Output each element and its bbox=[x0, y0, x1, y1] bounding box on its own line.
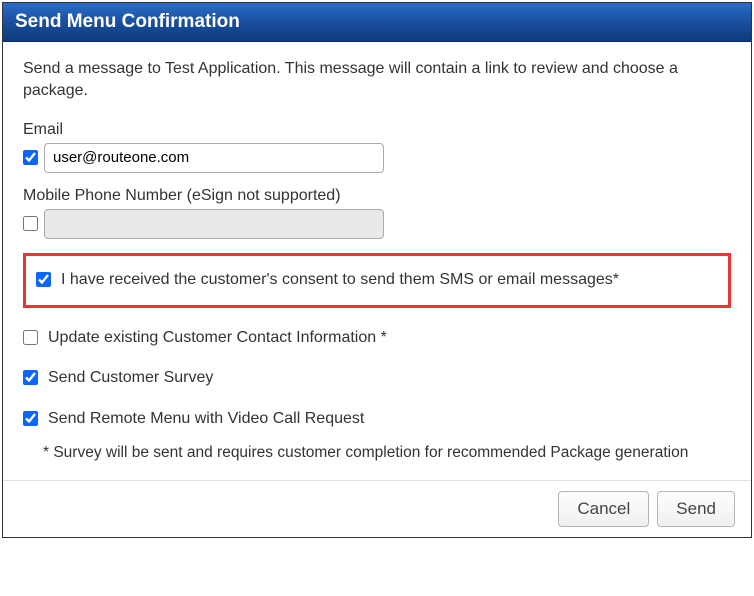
send-menu-dialog: Send Menu Confirmation Send a message to… bbox=[2, 2, 752, 538]
intro-text: Send a message to Test Application. This… bbox=[23, 58, 731, 103]
remote-menu-checkbox[interactable] bbox=[23, 411, 38, 426]
mobile-row bbox=[23, 209, 731, 239]
remote-menu-row: Send Remote Menu with Video Call Request bbox=[23, 409, 731, 430]
mobile-group: Mobile Phone Number (eSign not supported… bbox=[23, 187, 731, 239]
email-checkbox[interactable] bbox=[23, 150, 38, 165]
survey-note: * Survey will be sent and requires custo… bbox=[43, 444, 731, 462]
send-button[interactable]: Send bbox=[657, 491, 735, 527]
email-input[interactable] bbox=[44, 143, 384, 173]
consent-highlight: I have received the customer's consent t… bbox=[23, 253, 731, 308]
consent-label: I have received the customer's consent t… bbox=[61, 270, 619, 291]
mobile-input[interactable] bbox=[44, 209, 384, 239]
cancel-button[interactable]: Cancel bbox=[558, 491, 649, 527]
update-contact-label: Update existing Customer Contact Informa… bbox=[48, 328, 387, 349]
survey-label: Send Customer Survey bbox=[48, 368, 213, 389]
consent-row: I have received the customer's consent t… bbox=[36, 270, 718, 291]
survey-row: Send Customer Survey bbox=[23, 368, 731, 389]
dialog-footer: Cancel Send bbox=[3, 480, 751, 537]
mobile-checkbox[interactable] bbox=[23, 216, 38, 231]
dialog-body: Send a message to Test Application. This… bbox=[3, 42, 751, 480]
dialog-title: Send Menu Confirmation bbox=[3, 3, 751, 42]
email-row bbox=[23, 143, 731, 173]
mobile-label: Mobile Phone Number (eSign not supported… bbox=[23, 187, 731, 205]
consent-checkbox[interactable] bbox=[36, 272, 51, 287]
email-group: Email bbox=[23, 121, 731, 173]
remote-menu-label: Send Remote Menu with Video Call Request bbox=[48, 409, 364, 430]
survey-checkbox[interactable] bbox=[23, 370, 38, 385]
update-contact-checkbox[interactable] bbox=[23, 330, 38, 345]
email-label: Email bbox=[23, 121, 731, 139]
update-contact-row: Update existing Customer Contact Informa… bbox=[23, 328, 731, 349]
